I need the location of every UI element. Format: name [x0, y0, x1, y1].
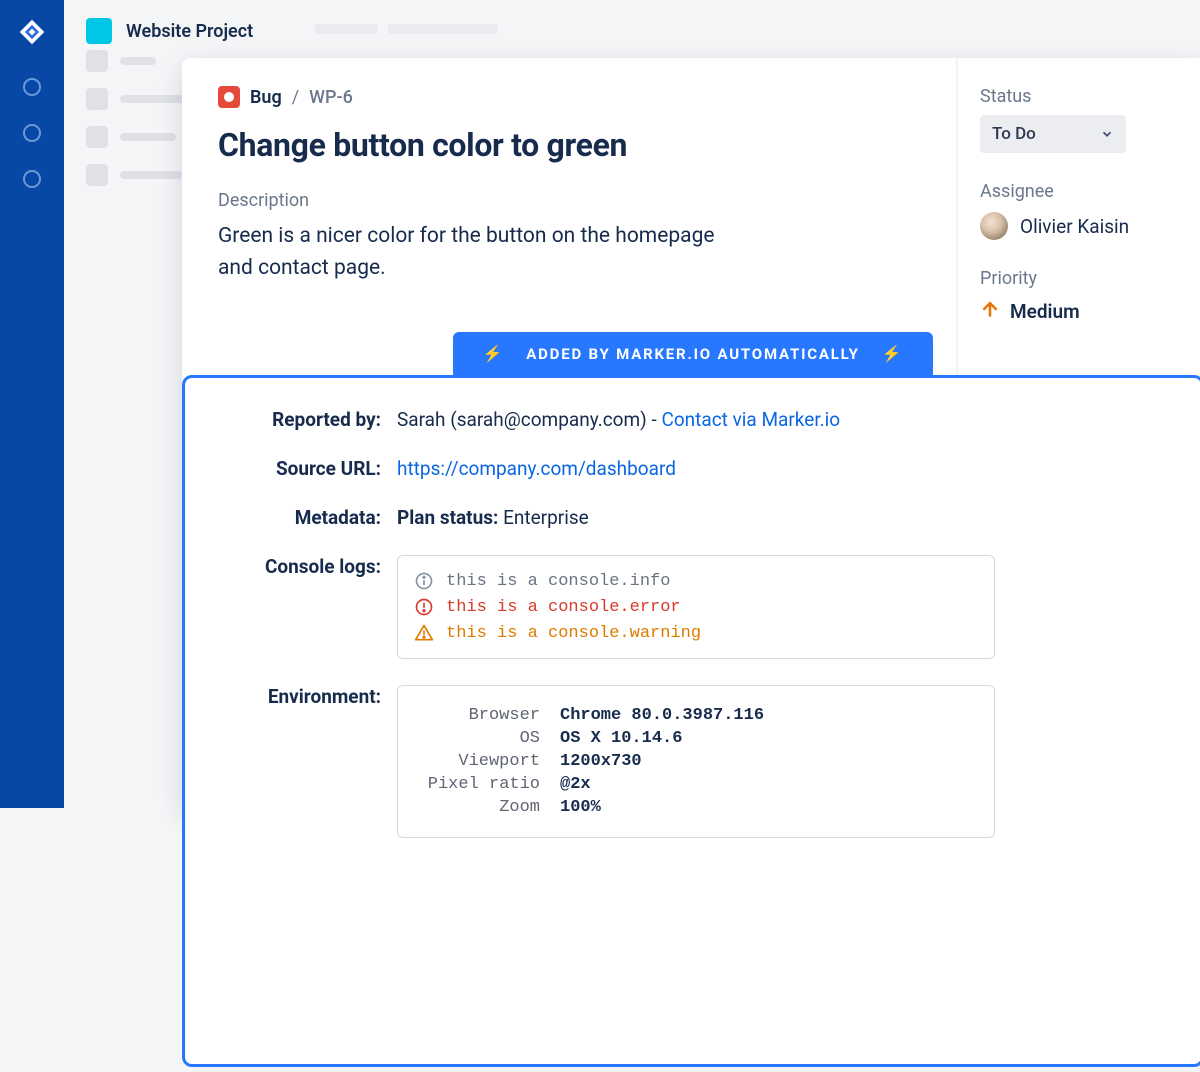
source-url-label: Source URL:: [227, 457, 397, 480]
error-icon: [414, 597, 434, 617]
description-label: Description: [218, 190, 920, 211]
metadata-row: Metadata: Plan status: Enterprise: [227, 506, 1159, 529]
breadcrumb-separator: /: [292, 87, 299, 108]
bug-icon: [218, 86, 240, 108]
status-value: To Do: [992, 124, 1036, 144]
console-logs-row: Console logs: this is a console.info thi…: [227, 555, 1159, 659]
environment-row: Environment: BrowserChrome 80.0.3987.116…: [227, 685, 1159, 838]
status-select[interactable]: To Do: [980, 115, 1126, 153]
priority-value: Medium: [1010, 300, 1080, 323]
marker-banner: ⚡ ADDED BY MARKER.IO AUTOMATICALLY ⚡: [453, 332, 934, 375]
nav-circle-icon[interactable]: [23, 78, 41, 96]
project-name: Website Project: [126, 21, 253, 42]
banner-text: ADDED BY MARKER.IO AUTOMATICALLY: [526, 345, 859, 363]
warning-icon: [414, 623, 434, 643]
avatar: [980, 212, 1008, 240]
description-body[interactable]: Green is a nicer color for the button on…: [218, 221, 738, 284]
priority-label: Priority: [980, 268, 1182, 289]
reported-by-row: Reported by: Sarah (sarah@company.com) -…: [227, 408, 1159, 431]
status-label: Status: [980, 86, 1182, 107]
issue-key[interactable]: WP-6: [309, 87, 353, 108]
assignee-label: Assignee: [980, 181, 1182, 202]
project-avatar: [86, 18, 112, 44]
info-icon: [414, 571, 434, 591]
source-url-row: Source URL: https://company.com/dashboar…: [227, 457, 1159, 480]
metadata-label: Metadata:: [227, 506, 397, 529]
console-logs-label: Console logs:: [227, 555, 397, 578]
issue-type[interactable]: Bug: [250, 87, 282, 108]
jira-global-nav: [0, 0, 64, 808]
assignee-name: Olivier Kaisin: [1020, 215, 1129, 238]
console-warning-line: this is a console.warning: [414, 620, 978, 646]
metadata-value: Enterprise: [503, 506, 589, 529]
console-logs-box: this is a console.info this is a console…: [397, 555, 995, 659]
jira-logo-icon[interactable]: [18, 18, 46, 50]
source-url-link[interactable]: https://company.com/dashboard: [397, 457, 676, 480]
reported-by-label: Reported by:: [227, 408, 397, 431]
bolt-icon: ⚡: [483, 344, 505, 363]
priority-medium-icon: [980, 299, 1000, 323]
issue-title[interactable]: Change button color to green: [218, 126, 920, 164]
environment-label: Environment:: [227, 685, 397, 708]
marker-panel: Reported by: Sarah (sarah@company.com) -…: [182, 375, 1200, 1067]
breadcrumb: Bug / WP-6: [218, 86, 920, 108]
nav-circle-icon[interactable]: [23, 124, 41, 142]
contact-marker-link[interactable]: Contact via Marker.io: [661, 408, 840, 431]
chevron-down-icon: [1100, 127, 1114, 141]
console-info-line: this is a console.info: [414, 568, 978, 594]
reported-by-value: Sarah (sarah@company.com) -: [397, 408, 661, 431]
environment-box: BrowserChrome 80.0.3987.116 OSOS X 10.14…: [397, 685, 995, 838]
assignee-field[interactable]: Olivier Kaisin: [980, 212, 1182, 240]
priority-field[interactable]: Medium: [980, 299, 1182, 323]
bolt-icon: ⚡: [882, 344, 904, 363]
console-error-line: this is a console.error: [414, 594, 978, 620]
marker-block: ⚡ ADDED BY MARKER.IO AUTOMATICALLY ⚡ Rep…: [182, 332, 1200, 1067]
metadata-key: Plan status:: [397, 506, 498, 529]
nav-circle-icon[interactable]: [23, 170, 41, 188]
